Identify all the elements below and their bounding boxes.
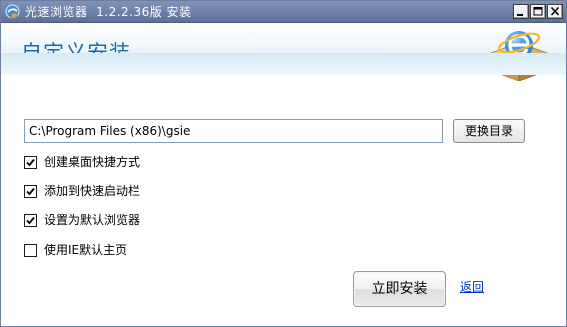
minimize-button[interactable] [513, 4, 529, 19]
install-path-input[interactable] [24, 119, 443, 143]
install-now-button[interactable]: 立即安装 [353, 271, 446, 307]
option-label: 使用IE默认主页 [44, 243, 128, 257]
option-label: 设置为默认浏览器 [44, 213, 141, 227]
app-icon [5, 4, 20, 19]
title-bar[interactable]: 光速浏览器 1.2.2.36版 安装 [1, 1, 566, 23]
close-icon [550, 6, 560, 16]
maximize-button[interactable] [530, 4, 546, 19]
browse-directory-button[interactable]: 更换目录 [453, 119, 525, 143]
checkmark-icon [26, 158, 35, 166]
checkmark-icon [26, 187, 35, 195]
checkbox-quick-launch[interactable] [24, 184, 37, 198]
back-link[interactable]: 返回 [460, 278, 484, 295]
close-button[interactable] [547, 4, 563, 19]
option-label: 创建桌面快捷方式 [44, 155, 141, 169]
option-quick-launch[interactable]: 添加到快速启动栏 [24, 183, 140, 199]
maximize-icon [533, 7, 543, 16]
option-default-browser[interactable]: 设置为默认浏览器 [24, 212, 140, 228]
option-desktop-shortcut[interactable]: 创建桌面快捷方式 [24, 154, 140, 170]
header-fade [1, 53, 566, 75]
installer-window: 光速浏览器 1.2.2.36版 安装 自定义安装 [0, 0, 567, 327]
checkbox-ie-homepage[interactable] [24, 243, 37, 257]
option-label: 添加到快速启动栏 [44, 184, 141, 198]
option-ie-homepage[interactable]: 使用IE默认主页 [24, 242, 127, 258]
window-title: 光速浏览器 1.2.2.36版 安装 [25, 5, 192, 19]
checkbox-default-browser[interactable] [24, 213, 37, 227]
checkmark-icon [26, 216, 35, 224]
checkbox-desktop-shortcut[interactable] [24, 155, 37, 169]
minimize-icon [517, 14, 523, 16]
